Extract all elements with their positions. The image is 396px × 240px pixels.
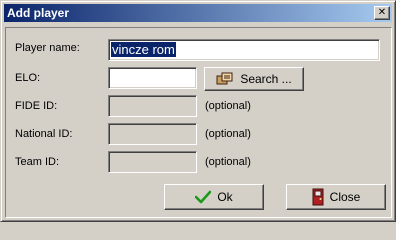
- team-id-optional-note: (optional): [205, 156, 251, 168]
- fide-id-input[interactable]: [108, 95, 197, 117]
- player-name-label: Player name:: [15, 42, 80, 54]
- ok-button[interactable]: Ok: [164, 184, 264, 210]
- close-button-label: Close: [329, 190, 361, 204]
- door-exit-icon: [312, 188, 324, 206]
- close-button[interactable]: Close: [286, 184, 386, 210]
- elo-label: ELO:: [15, 72, 41, 84]
- national-id-label: National ID:: [15, 128, 73, 140]
- team-id-input[interactable]: [108, 151, 197, 173]
- window-title: Add player: [7, 6, 70, 20]
- national-id-optional-note: (optional): [205, 128, 251, 140]
- national-id-input[interactable]: [108, 123, 197, 145]
- elo-input[interactable]: [108, 67, 197, 89]
- close-window-button[interactable]: ✕: [374, 6, 390, 20]
- ok-button-label: Ok: [217, 190, 233, 204]
- team-id-label: Team ID:: [15, 156, 60, 168]
- fide-id-optional-note: (optional): [205, 100, 251, 112]
- player-name-value: vincze rom: [111, 42, 176, 57]
- title-bar: Add player ✕: [4, 4, 392, 22]
- search-button[interactable]: Search ...: [204, 67, 304, 91]
- search-button-label: Search ...: [240, 72, 292, 86]
- add-player-dialog: Add player ✕ Player name: vincze rom ELO…: [0, 0, 396, 222]
- player-name-input[interactable]: vincze rom: [108, 39, 380, 61]
- fide-id-label: FIDE ID:: [15, 100, 58, 112]
- close-icon: ✕: [377, 7, 387, 18]
- search-icon: [216, 72, 233, 85]
- checkmark-icon: [195, 190, 212, 204]
